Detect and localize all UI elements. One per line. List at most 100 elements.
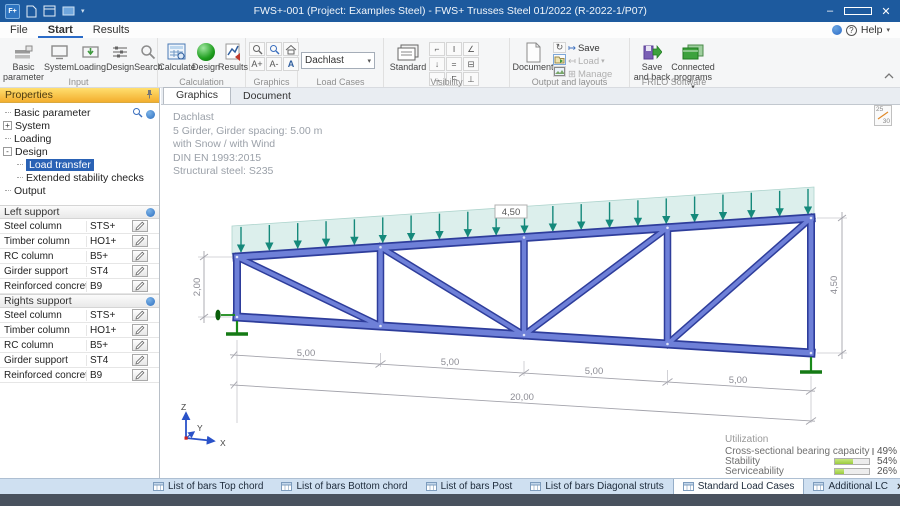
results-button[interactable]: Results — [218, 40, 248, 73]
tab-additional-lc[interactable]: Additional LC — [804, 479, 896, 494]
toggle-sections-icon[interactable]: I — [446, 42, 462, 56]
edit-button[interactable] — [132, 339, 148, 351]
save-and-back-button[interactable]: Save and back — [633, 40, 671, 82]
minimize-button[interactable]: – — [816, 0, 844, 22]
toggle-supports-icon[interactable]: ⌐ — [429, 42, 445, 56]
refresh-icon[interactable]: ↻ — [553, 42, 566, 53]
zoom-window-icon[interactable] — [266, 42, 282, 56]
collapse-icon[interactable]: - — [3, 147, 12, 156]
toggle-loads-icon[interactable]: ↓ — [429, 57, 445, 71]
calc-design-button[interactable]: Design — [192, 40, 220, 73]
zoom-in-icon[interactable] — [249, 42, 265, 56]
toggle-dimensions-icon[interactable]: = — [446, 57, 462, 71]
left-support-header[interactable]: Left support — [0, 205, 159, 219]
edit-button[interactable] — [132, 250, 148, 262]
table-icon — [281, 482, 293, 491]
design-sphere-icon — [197, 41, 215, 63]
tab-document[interactable]: Document — [231, 89, 303, 104]
edit-button[interactable] — [132, 265, 148, 277]
edit-button[interactable] — [132, 354, 148, 366]
font-color-button[interactable]: A — [283, 57, 299, 71]
tree-item-design[interactable]: - Design — [0, 145, 159, 158]
design-icon — [111, 41, 129, 63]
tab-list-post[interactable]: List of bars Post — [417, 479, 522, 494]
maximize-icon — [844, 7, 872, 15]
tab-graphics[interactable]: Graphics — [163, 87, 232, 104]
ribbon-group-visibility: Standard ⌐ I ∠ ↓ = ⊟ ↔ F ⊥ Visibility — [384, 38, 510, 87]
tree-item-extended-stability[interactable]: Extended stability checks — [12, 171, 159, 184]
edit-button[interactable] — [132, 324, 148, 336]
app-logo-icon[interactable]: F+ — [5, 3, 20, 19]
tree-item-load-transfer[interactable]: Load transfer — [12, 158, 159, 171]
folder-icon[interactable] — [553, 54, 566, 65]
expand-icon[interactable]: + — [3, 121, 12, 130]
system-label: System — [44, 62, 75, 72]
ribbon-group-frilo: Save and back Connected programs ▾ FRILO… — [630, 38, 718, 91]
right-support-header[interactable]: Rights support — [0, 294, 159, 308]
font-decrease-button[interactable]: A- — [266, 57, 282, 71]
layout-load-icon: ↤ — [568, 56, 576, 67]
help-label[interactable]: Help — [861, 24, 883, 36]
toggle-frame-icon[interactable]: ⊟ — [463, 57, 479, 71]
help-icon[interactable]: ? — [845, 24, 857, 36]
tab-standard-load-cases[interactable]: Standard Load Cases — [672, 479, 805, 494]
graphics-canvas[interactable]: Dachlast 5 Girder, Girder spacing: 5.00 … — [161, 105, 900, 478]
zoom-home-icon[interactable] — [283, 42, 299, 56]
tree-search-icon[interactable] — [132, 107, 143, 121]
ribbon-group-load-cases: Dachlast ▾ Load Cases — [298, 38, 384, 87]
window-icon[interactable] — [62, 6, 75, 16]
image-icon[interactable] — [553, 66, 566, 77]
tab-list-diagonal-struts[interactable]: List of bars Diagonal struts — [521, 479, 672, 494]
menu-start[interactable]: Start — [37, 24, 83, 38]
edit-button[interactable] — [132, 309, 148, 321]
layout-load-button[interactable]: ↤ Load ▾ — [568, 55, 612, 68]
menu-results[interactable]: Results — [83, 24, 140, 38]
edit-button[interactable] — [132, 369, 148, 381]
standard-visibility-button[interactable]: Standard — [387, 40, 429, 73]
edit-button[interactable] — [132, 280, 148, 292]
save-and-back-icon — [642, 41, 662, 63]
status-bar — [0, 494, 900, 506]
layout-save-button[interactable]: ↦ Save — [568, 42, 612, 55]
basic-parameter-button[interactable]: Basic parameter — [3, 40, 44, 82]
account-icon[interactable] — [831, 25, 842, 35]
tab-list-top-chord[interactable]: List of bars Top chord — [144, 479, 272, 494]
table-row: Timber column HO1+ — [0, 234, 159, 249]
menu-bar: File Start Results ? Help ▾ — [0, 22, 900, 38]
tree-info-icon[interactable] — [146, 109, 155, 119]
pin-icon[interactable] — [145, 89, 154, 102]
ribbon-collapse-icon[interactable] — [884, 66, 894, 84]
tree-item-output[interactable]: Output — [0, 184, 159, 197]
close-button[interactable]: ✕ — [872, 0, 900, 22]
axis-x-label: X — [220, 438, 226, 448]
supports-tables: Left support Steel column STS+ Timber col… — [0, 205, 159, 383]
group-label-frilo: FRILO Software — [641, 77, 707, 87]
section-collapse-icon[interactable] — [146, 296, 155, 306]
menu-file[interactable]: File — [0, 24, 38, 38]
calculate-button[interactable]: Calculate — [158, 40, 196, 73]
system-icon — [50, 41, 69, 63]
tree-item-loading[interactable]: Loading — [0, 132, 159, 145]
truss-drawing: 2,00 4,50 5,00 5,00 5,00 5,00 20,00 4,50… — [181, 186, 847, 448]
section-collapse-icon[interactable] — [146, 207, 155, 217]
system-button[interactable]: System — [44, 40, 74, 73]
maximize-button[interactable] — [844, 0, 872, 22]
load-case-dropdown[interactable]: Dachlast ▾ — [301, 52, 375, 69]
edit-button[interactable] — [132, 235, 148, 247]
calculate-icon — [167, 41, 187, 63]
document-button[interactable]: Document — [512, 40, 554, 73]
edit-button[interactable] — [132, 220, 148, 232]
properties-header[interactable]: Properties — [0, 88, 159, 103]
calculate-label: Calculate — [158, 62, 196, 72]
toggle-slope-icon[interactable]: ∠ — [463, 42, 479, 56]
window-controls: – ✕ — [816, 0, 900, 22]
document-tab-strip: Graphics Document — [161, 87, 900, 105]
tab-list-bottom-chord[interactable]: List of bars Bottom chord — [272, 479, 416, 494]
new-document-icon[interactable] — [26, 5, 37, 18]
open-document-icon[interactable] — [43, 5, 56, 17]
font-increase-button[interactable]: A+ — [249, 57, 265, 71]
design-button[interactable]: Design — [106, 40, 134, 73]
utilization-row: Stability 54% — [725, 455, 897, 467]
loading-button[interactable]: Loading — [74, 40, 106, 73]
axis-y-label: Y — [197, 423, 203, 433]
